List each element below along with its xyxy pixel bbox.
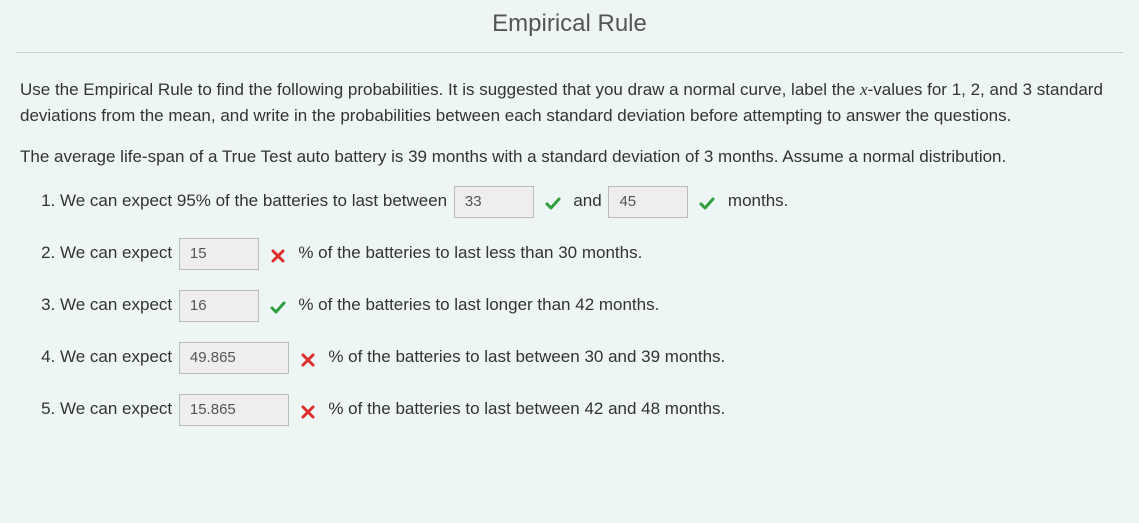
cross-icon [270,248,286,264]
question-5: We can expect 15.865 % of the batteries … [60,392,1119,426]
q2-tail: % of the batteries to last less than 30 … [298,243,642,262]
title-divider [16,52,1123,53]
q2-answer[interactable]: 15 [179,238,259,270]
q3-lead: We can expect [60,295,172,314]
q4-answer[interactable]: 49.865 [179,342,289,374]
q2-lead: We can expect [60,243,172,262]
question-4: We can expect 49.865 % of the batteries … [60,340,1119,374]
variable-x: x [860,80,868,99]
check-icon [699,196,715,212]
q1-mid: and [573,191,601,210]
q5-tail: % of the batteries to last between 42 an… [328,399,725,418]
cross-icon [300,404,316,420]
question-3: We can expect 16 % of the batteries to l… [60,288,1119,322]
q5-answer[interactable]: 15.865 [179,394,289,426]
check-icon [545,196,561,212]
page-title: Empirical Rule [0,0,1139,52]
scenario-paragraph: The average life-span of a True Test aut… [20,144,1119,170]
question-2: We can expect 15 % of the batteries to l… [60,236,1119,270]
cross-icon [300,352,316,368]
check-icon [270,300,286,316]
q3-answer[interactable]: 16 [179,290,259,322]
question-1: We can expect 95% of the batteries to la… [60,184,1119,218]
q1-lead: We can expect 95% of the batteries to la… [60,191,447,210]
q1-answer-2[interactable]: 45 [608,186,688,218]
question-list: We can expect 95% of the batteries to la… [20,184,1119,426]
q3-tail: % of the batteries to last longer than 4… [298,295,659,314]
q4-lead: We can expect [60,347,172,366]
q1-tail: months. [728,191,788,210]
q1-answer-1[interactable]: 33 [454,186,534,218]
content-area: Use the Empirical Rule to find the follo… [0,77,1139,464]
instructions-paragraph: Use the Empirical Rule to find the follo… [20,77,1119,130]
intro-text-a: Use the Empirical Rule to find the follo… [20,80,860,99]
q5-lead: We can expect [60,399,172,418]
q4-tail: % of the batteries to last between 30 an… [328,347,725,366]
